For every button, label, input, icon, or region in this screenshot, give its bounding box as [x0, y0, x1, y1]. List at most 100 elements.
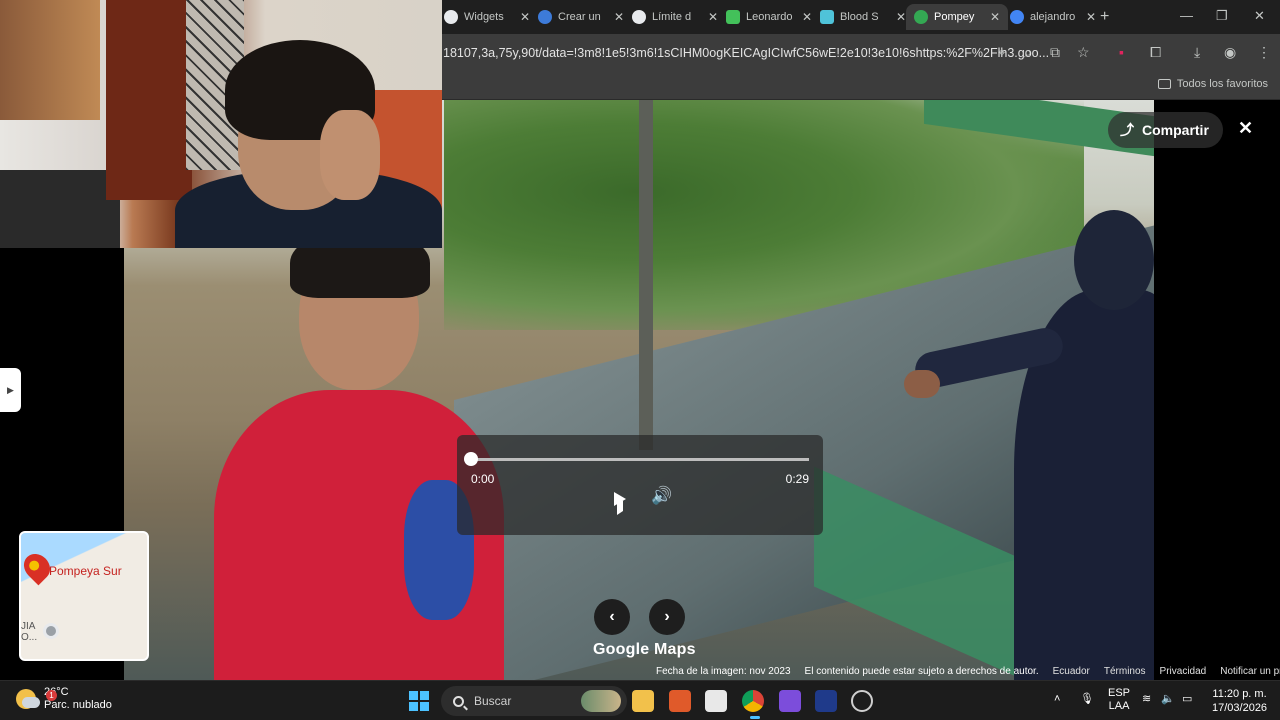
tab-title: Límite d — [652, 11, 692, 23]
notes-app-icon[interactable] — [705, 690, 727, 712]
chevron-left-icon: ‹ — [609, 608, 615, 625]
minimap[interactable]: Pompeya Sur JIA O... — [19, 531, 149, 661]
video-player: 0:00 0:29 🔊 — [457, 435, 823, 535]
boat-pole — [639, 100, 653, 450]
system-clock[interactable]: 11:20 p. m. 17/03/2026 — [1212, 687, 1267, 715]
wifi-icon[interactable]: ≋ — [1142, 692, 1151, 705]
country-link[interactable]: Ecuador — [1053, 666, 1090, 680]
close-streetview-icon[interactable]: ✕ — [1238, 118, 1253, 139]
taskbar-search[interactable]: Buscar — [441, 686, 627, 716]
tab-widgets[interactable]: Widgets ✕ — [436, 4, 538, 30]
share-icon: ⤴ — [1120, 122, 1134, 138]
copyright-notice: El contenido puede estar sujeto a derech… — [804, 666, 1039, 677]
screen: Widgets ✕ Crear un ✕ Límite d ✕ Leonardo… — [0, 0, 1280, 720]
extensions-icon[interactable]: ⧠ — [1150, 44, 1161, 61]
microphone-icon[interactable]: 🎙 — [1080, 692, 1094, 705]
widgets-icon — [444, 10, 458, 24]
openai-icon — [632, 10, 646, 24]
windows-start-icon[interactable] — [409, 691, 429, 711]
search-highlight-image — [581, 690, 621, 712]
close-tab-icon[interactable]: ✕ — [896, 10, 906, 24]
tab-alejandro[interactable]: alejandro ✕ — [1002, 4, 1104, 30]
tab-title: Pompey — [934, 11, 975, 23]
language-indicator[interactable]: ESP LAA — [1108, 687, 1130, 713]
image-date: Fecha de la imagen: nov 2023 — [656, 666, 791, 677]
tray-expand-icon[interactable]: ˄ — [1054, 693, 1060, 705]
share-button[interactable]: ⤴ Compartir — [1108, 112, 1223, 148]
tab-pompeya[interactable]: Pompey ✕ — [906, 4, 1009, 30]
maximize-icon[interactable]: ❐ — [1216, 8, 1228, 24]
zoom-icon[interactable]: ⌕ — [1024, 44, 1032, 61]
close-tab-icon[interactable]: ✕ — [614, 10, 624, 24]
next-button[interactable]: › — [649, 599, 685, 635]
windows-taskbar: 1 26°C Parc. nublado Buscar ˄ 🎙 ESP LAA … — [0, 680, 1280, 720]
webcam-overlay — [0, 0, 442, 248]
previous-button[interactable]: ‹ — [594, 599, 630, 635]
download-icon[interactable]: ⤓ — [1194, 44, 1200, 61]
tab-title: Blood S — [840, 11, 879, 23]
tab-crear[interactable]: Crear un ✕ — [530, 4, 632, 30]
menu-icon[interactable]: ⋮ — [1257, 44, 1271, 61]
all-bookmarks-button[interactable]: Todos los favoritos — [1157, 78, 1268, 90]
terms-link[interactable]: Términos — [1104, 666, 1146, 680]
mouse-cursor — [617, 501, 623, 515]
chevron-right-icon: › — [664, 608, 670, 625]
adult-figure — [904, 210, 1154, 680]
close-tab-icon[interactable]: ✕ — [708, 10, 718, 24]
battery-icon[interactable]: ▭ — [1182, 692, 1192, 705]
paypal-icon — [538, 10, 552, 24]
office-app-icon[interactable] — [669, 690, 691, 712]
google-icon — [1010, 10, 1024, 24]
all-bookmarks-label: Todos los favoritos — [1176, 78, 1268, 90]
privacy-link[interactable]: Privacidad — [1160, 666, 1207, 680]
notification-badge: 1 — [46, 690, 57, 701]
tab-title: Crear un — [558, 11, 601, 23]
chrome-icon[interactable] — [742, 690, 764, 712]
weather-desc: Parc. nublado — [44, 699, 112, 711]
report-problem-link[interactable]: Notificar un problema — [1220, 666, 1280, 680]
leonardo-icon — [726, 10, 740, 24]
search-placeholder: Buscar — [474, 694, 512, 708]
progress-track[interactable] — [471, 458, 809, 461]
acrobat-icon[interactable] — [815, 690, 837, 712]
share-label: Compartir — [1142, 122, 1209, 138]
minimap-fragment-label: JIA O... — [21, 621, 38, 643]
location-icon[interactable]: ⌖ — [998, 44, 1006, 61]
profile-avatar[interactable]: ◉ — [1224, 44, 1236, 61]
app-icon — [820, 10, 834, 24]
time-total: 0:29 — [785, 472, 809, 486]
tab-title: alejandro — [1030, 11, 1076, 23]
tab-leonardo[interactable]: Leonardo ✕ — [718, 4, 820, 30]
location-dot-icon — [43, 623, 59, 639]
install-app-icon[interactable]: ⧉ — [1050, 44, 1060, 61]
volume-icon[interactable]: 🔊 — [651, 486, 672, 506]
partly-cloudy-icon — [16, 689, 40, 709]
new-tab-button[interactable]: + — [1100, 8, 1109, 26]
volume-tray-icon[interactable]: 🔈 — [1161, 692, 1175, 705]
minimap-place-label: Pompeya Sur — [49, 564, 122, 578]
editor-app-icon[interactable] — [779, 690, 801, 712]
tab-title: Widgets — [464, 11, 504, 23]
side-panel-toggle[interactable]: ▶ — [0, 368, 21, 412]
extension-red-icon[interactable]: ▪ — [1119, 44, 1124, 60]
close-window-icon[interactable]: ✕ — [1254, 8, 1265, 24]
tab-blood[interactable]: Blood S ✕ — [812, 4, 914, 30]
tab-title: Leonardo — [746, 11, 792, 23]
maps-pin-icon — [914, 10, 928, 24]
close-tab-icon[interactable]: ✕ — [802, 10, 812, 24]
google-maps-logo: Google Maps — [593, 641, 696, 658]
minimize-icon[interactable]: — — [1180, 8, 1193, 23]
active-app-indicator — [750, 716, 760, 719]
bookmark-star-icon[interactable]: ☆ — [1077, 44, 1090, 61]
child-figure — [194, 228, 504, 680]
file-explorer-icon[interactable] — [632, 690, 654, 712]
close-tab-icon[interactable]: ✕ — [990, 10, 1000, 24]
close-tab-icon[interactable]: ✕ — [1086, 10, 1096, 24]
close-tab-icon[interactable]: ✕ — [520, 10, 530, 24]
tab-limite[interactable]: Límite d ✕ — [624, 4, 726, 30]
attribution-bar: Fecha de la imagen: nov 2023 El contenid… — [656, 666, 1280, 680]
record-app-icon[interactable] — [851, 690, 873, 712]
progress-knob[interactable] — [464, 452, 478, 466]
weather-widget[interactable]: 1 26°C Parc. nublado — [16, 686, 112, 712]
time-current: 0:00 — [471, 472, 495, 486]
